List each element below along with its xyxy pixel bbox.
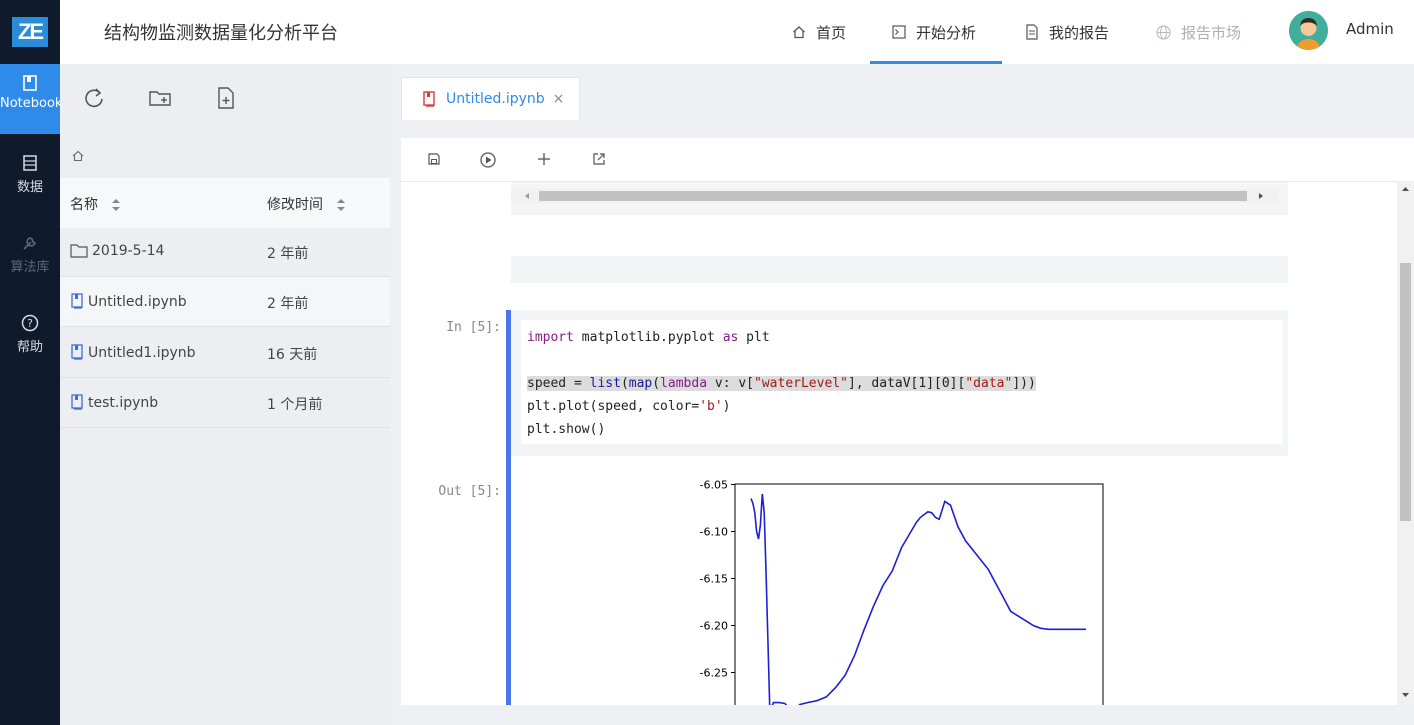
top-header: 结构物监测数据量化分析平台 首页 开始分析 我的报告 报告市场 Admin — [60, 0, 1414, 64]
file-modified: 2 年前 — [267, 246, 309, 262]
topnav-label: 开始分析 — [916, 23, 977, 42]
active-tab-indicator — [870, 61, 1002, 64]
scrollbar-track — [1400, 187, 1411, 697]
file-browser: 名称 修改时间 2019-5-14 2 年前 Untitled.ipynb 2 … — [60, 64, 390, 725]
nav-item-label: 帮助 — [16, 340, 43, 355]
tab-untitled-ipynb[interactable]: Untitled.ipynb × — [401, 77, 580, 120]
notebook-file-icon — [71, 394, 83, 410]
add-cell-icon[interactable] — [537, 152, 551, 166]
run-icon[interactable] — [480, 152, 496, 168]
file-name-cell: Untitled1.ipynb — [70, 344, 196, 361]
save-icon[interactable] — [427, 152, 441, 166]
column-label: 修改时间 — [267, 197, 323, 213]
notebook-file-icon — [71, 293, 83, 309]
file-modified: 16 天前 — [267, 347, 318, 363]
nav-item-label: 算法库 — [10, 260, 50, 275]
file-name: test.ipynb — [88, 395, 159, 411]
nav-item-notebook[interactable]: Notebook — [0, 64, 63, 134]
globe-icon — [1156, 24, 1171, 40]
folder-icon — [70, 244, 88, 258]
topnav-label: 我的报告 — [1049, 23, 1110, 42]
file-row[interactable]: Untitled.ipynb 2 年前 — [60, 277, 390, 327]
nav-item-label: 数据 — [16, 180, 43, 195]
topnav-report-market: 报告市场 — [1156, 0, 1241, 64]
topnav-label: 报告市场 — [1181, 23, 1242, 42]
topnav-home[interactable]: 首页 — [792, 0, 846, 64]
topnav-my-reports[interactable]: 我的报告 — [1025, 0, 1109, 64]
file-row[interactable]: 2019-5-14 2 年前 — [60, 227, 390, 277]
file-name: Untitled1.ipynb — [88, 345, 196, 361]
new-folder-icon[interactable] — [148, 86, 172, 110]
topnav-start-analysis[interactable]: 开始分析 — [892, 0, 976, 64]
nav-item-algorithms: 算法库 — [0, 224, 60, 294]
column-label: 名称 — [70, 197, 98, 213]
column-name-header[interactable]: 名称 — [70, 194, 121, 214]
file-modified: 1 个月前 — [267, 397, 323, 413]
avatar-image — [1289, 11, 1328, 50]
export-icon[interactable] — [592, 152, 606, 166]
output-prompt: Out [5]: — [438, 484, 501, 499]
svg-text:?: ? — [27, 317, 33, 330]
left-navigation: ZE Notebook 数据 算法库 ? 帮助 — [0, 0, 63, 725]
horizontal-scrollbar[interactable] — [511, 188, 1277, 203]
line-chart: -6.05 -6.10 -6.15 -6.20 -6.25 — [700, 479, 1104, 705]
file-name-cell: Untitled.ipynb — [70, 293, 187, 310]
y-tick-label: -6.15 — [700, 573, 728, 586]
notebook-icon — [23, 75, 37, 91]
help-icon: ? — [21, 314, 39, 332]
new-file-icon[interactable] — [214, 86, 238, 110]
code-cell[interactable]: import matplotlib.pyplot as plt speed = … — [506, 310, 1288, 456]
notebook-file-icon — [423, 91, 435, 107]
y-tick-label: -6.05 — [700, 479, 728, 492]
home-icon — [793, 26, 805, 39]
y-tick-label: -6.25 — [700, 667, 728, 680]
file-modified: 2 年前 — [267, 296, 309, 312]
editor-tab-bar: Untitled.ipynb × — [401, 77, 1414, 121]
topnav-label: 首页 — [816, 23, 847, 42]
chart-series-line — [750, 493, 1086, 705]
sort-icon — [112, 199, 121, 211]
user-name[interactable]: Admin — [1346, 20, 1394, 38]
y-tick-label: -6.20 — [700, 620, 728, 633]
app-title: 结构物监测数据量化分析平台 — [104, 23, 338, 44]
code-editor[interactable]: import matplotlib.pyplot as plt speed = … — [521, 320, 1283, 444]
wrench-icon — [23, 237, 36, 250]
database-icon — [23, 155, 37, 171]
breadcrumb-home-icon[interactable] — [72, 150, 84, 162]
notebook-file-icon — [71, 344, 83, 360]
refresh-icon[interactable] — [82, 86, 106, 110]
file-name: 2019-5-14 — [92, 243, 165, 259]
file-name: Untitled.ipynb — [88, 294, 187, 310]
y-tick-label: -6.10 — [700, 526, 728, 539]
app-logo[interactable]: ZE — [0, 0, 60, 64]
file-list-header: 名称 修改时间 — [60, 178, 390, 228]
user-avatar[interactable] — [1289, 11, 1328, 50]
logo-mark: ZE — [12, 17, 48, 47]
nav-item-data[interactable]: 数据 — [0, 144, 60, 214]
file-name-cell: 2019-5-14 — [70, 243, 164, 259]
scrollbar-track — [511, 189, 1277, 203]
chart-axes-frame — [734, 483, 1104, 705]
file-name-cell: test.ipynb — [70, 394, 158, 411]
notebook-panel: In [5]: import matplotlib.pyplot as plt … — [401, 138, 1414, 705]
nav-item-label: Notebook — [0, 96, 63, 111]
cell-selection-bar — [506, 456, 511, 705]
sort-icon — [337, 199, 346, 211]
document-icon — [1026, 24, 1038, 40]
notebook-toolbar — [401, 138, 1414, 182]
vertical-scrollbar[interactable] — [1397, 181, 1414, 705]
tab-label: Untitled.ipynb — [446, 91, 545, 107]
empty-cell[interactable] — [511, 256, 1288, 283]
input-prompt: In [5]: — [446, 320, 501, 335]
nav-item-help[interactable]: ? 帮助 — [0, 304, 60, 374]
close-icon[interactable]: × — [553, 91, 565, 107]
terminal-icon — [892, 25, 906, 39]
file-row[interactable]: Untitled1.ipynb 16 天前 — [60, 328, 390, 378]
column-modified-header[interactable]: 修改时间 — [267, 194, 346, 214]
file-row[interactable]: test.ipynb 1 个月前 — [60, 378, 390, 428]
